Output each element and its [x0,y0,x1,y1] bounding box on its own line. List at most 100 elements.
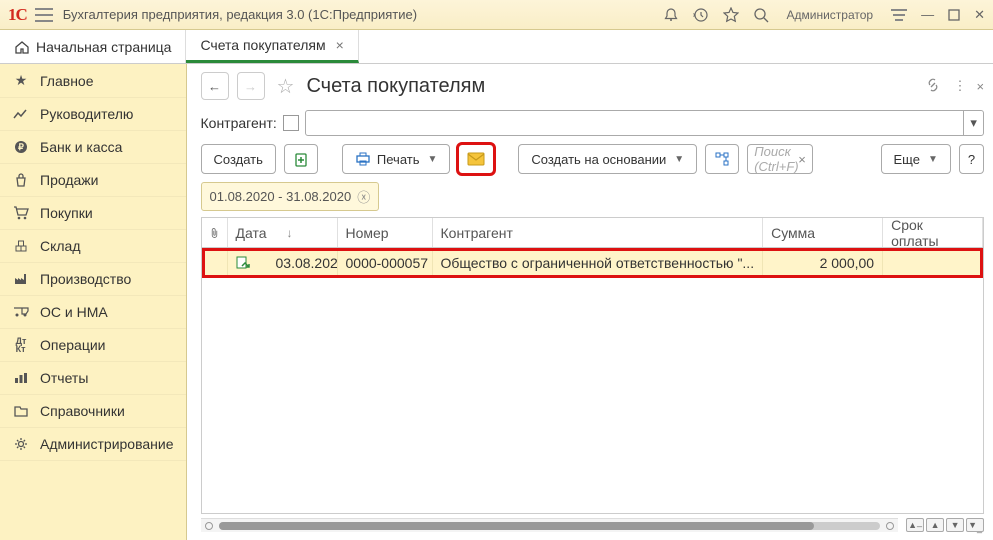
more-button-label: Еще [894,152,920,167]
cart-icon [12,206,30,220]
sidebar-label: Руководителю [40,106,133,122]
sidebar-item-warehouse[interactable]: Склад [0,230,186,263]
settings-lines-icon[interactable] [891,9,907,21]
filter-label: Контрагент: [201,115,277,131]
create-based-on-label: Создать на основании [531,152,666,167]
copy-button[interactable] [284,144,318,174]
page-title: Счета покупателям [306,75,917,98]
help-button[interactable]: ? [959,144,984,174]
more-vertical-icon[interactable]: ⋮ [953,78,964,94]
sort-arrow-icon: ↓ [287,226,293,240]
menu-icon[interactable] [35,8,53,22]
nav-back-button[interactable]: ← [201,72,229,100]
sidebar-item-operations[interactable]: ДтКтОперации [0,329,186,362]
go-down-button[interactable]: ▼ [946,518,964,532]
tab-home[interactable]: Начальная страница [0,30,186,63]
sidebar-item-bank[interactable]: ₽Банк и касса [0,131,186,164]
favorite-toggle-icon[interactable]: ☆ [273,74,299,99]
table-row[interactable]: 03.08.2020 0000-000057 Общество с ограни… [202,248,984,278]
sidebar-item-purchases[interactable]: Покупки [0,197,186,230]
date-filter-chip[interactable]: 01.08.2020 - 31.08.2020 ⓧ [201,182,380,211]
email-button[interactable] [458,144,494,174]
tab-active[interactable]: Счета покупателям × [186,30,358,63]
go-up-button[interactable]: ▲ [926,518,944,532]
go-first-button[interactable]: ▲_ [906,518,924,532]
go-last-button[interactable]: ▼_ [966,518,984,532]
star-icon[interactable] [723,7,739,23]
doc-posted-icon [236,256,250,270]
chevron-down-icon: ▼ [928,154,938,165]
table: Дата ↓ Номер Контрагент Сумма Срок оплаты… [201,217,985,514]
search-icon[interactable] [753,7,769,23]
chart-line-icon [12,108,30,120]
sidebar-item-production[interactable]: Производство [0,263,186,296]
scroll-track[interactable] [219,522,881,530]
col-counterparty[interactable]: Контрагент [433,218,764,247]
nav-forward-button[interactable]: → [237,72,265,100]
sidebar-label: ОС и НМА [40,304,108,320]
sidebar-item-reports[interactable]: Отчеты [0,362,186,395]
sidebar: ★ Главное Руководителю ₽Банк и касса Прод… [0,64,187,540]
horizontal-scrollbar[interactable] [201,518,899,532]
maximize-button[interactable] [948,9,960,21]
user-label[interactable]: Администратор [787,8,874,22]
more-button[interactable]: Еще ▼ [881,144,951,174]
bell-icon[interactable] [663,7,679,23]
dropdown-arrow-icon[interactable]: ▾ [963,111,983,135]
sidebar-item-main[interactable]: ★ Главное [0,64,186,98]
create-button[interactable]: Создать [201,144,276,174]
sidebar-item-sales[interactable]: Продажи [0,164,186,197]
home-icon [14,39,30,55]
col-sum[interactable]: Сумма [763,218,883,247]
close-form-icon[interactable]: × [976,79,984,94]
truck-icon [12,306,30,318]
create-based-on-button[interactable]: Создать на основании ▼ [518,144,697,174]
chevron-down-icon: ▼ [674,154,684,165]
tab-close-icon[interactable]: × [336,37,344,53]
col-due[interactable]: Срок оплаты [883,218,983,247]
col-date[interactable]: Дата ↓ [228,218,338,247]
sidebar-item-assets[interactable]: ОС и НМА [0,296,186,329]
scroll-end-icon [886,522,894,530]
search-input[interactable]: Поиск (Ctrl+F) × [747,144,813,174]
col-date-label: Дата [236,225,267,241]
sidebar-item-admin[interactable]: Администрирование [0,428,186,461]
folder-icon [12,405,30,417]
close-window-button[interactable]: ✕ [974,7,985,23]
content-area: ← → ☆ Счета покупателям ⋮ × Контрагент: … [187,64,993,540]
structure-icon [714,151,730,167]
related-docs-button[interactable] [705,144,739,174]
chevron-down-icon: ▼ [428,154,438,165]
tab-active-label: Счета покупателям [200,37,325,53]
sidebar-label: Склад [40,238,81,254]
link-icon[interactable] [925,77,941,96]
sidebar-label: Администрирование [40,436,174,452]
sidebar-label: Покупки [40,205,93,221]
cell-due [883,248,983,278]
search-clear-icon[interactable]: × [798,152,806,167]
filter-checkbox[interactable] [283,115,299,131]
chip-close-icon[interactable]: ⓧ [357,187,370,206]
sidebar-label: Главное [40,73,94,89]
col-due-label: Срок оплаты [891,217,974,249]
envelope-icon [467,152,485,166]
date-filter-label: 01.08.2020 - 31.08.2020 [210,189,352,204]
scroll-start-icon [205,522,213,530]
col-number[interactable]: Номер [338,218,433,247]
copy-plus-icon [293,151,309,167]
sidebar-item-manager[interactable]: Руководителю [0,98,186,131]
sidebar-label: Отчеты [40,370,88,386]
minimize-button[interactable]: — [921,7,934,22]
sidebar-label: Банк и касса [40,139,122,155]
col-counterparty-label: Контрагент [441,225,513,241]
star-icon: ★ [12,72,30,89]
col-attachment[interactable] [202,218,228,247]
create-button-label: Создать [214,152,263,167]
counterparty-input[interactable]: ▾ [305,110,984,136]
table-header-row: Дата ↓ Номер Контрагент Сумма Срок оплаты [202,218,984,248]
sidebar-item-catalog[interactable]: Справочники [0,395,186,428]
history-icon[interactable] [693,7,709,23]
print-button[interactable]: Печать▼ [342,144,451,174]
scroll-thumb[interactable] [219,522,814,530]
cell-number: 0000-000057 [338,248,433,278]
